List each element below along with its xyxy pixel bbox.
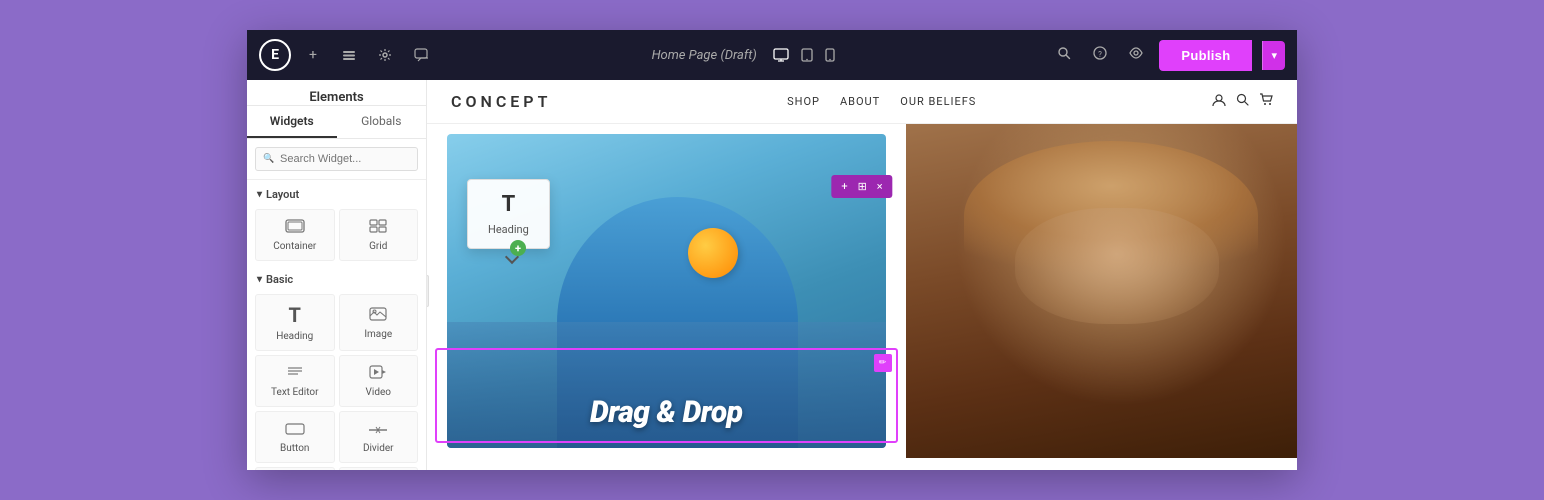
divider-label: Divider	[363, 443, 394, 454]
help-btn[interactable]: ?	[1087, 42, 1113, 68]
search-nav-icon[interactable]	[1236, 93, 1249, 110]
widget-container[interactable]: Container	[255, 209, 335, 261]
container-icon	[285, 218, 305, 237]
layout-widget-grid: Container Grid	[247, 205, 426, 265]
divider-icon	[368, 420, 388, 439]
hero-right-photo	[906, 124, 1298, 458]
left-panel: Elements Widgets Globals Layout	[247, 80, 427, 470]
page-status-text: (Draft)	[720, 48, 756, 63]
edit-handle[interactable]: ✏	[874, 354, 892, 372]
search-box	[247, 139, 426, 180]
search-btn[interactable]	[1051, 42, 1077, 68]
container-label: Container	[273, 241, 316, 252]
publish-caret-button[interactable]: ▾	[1262, 41, 1285, 70]
elementor-logo[interactable]: E	[259, 39, 291, 71]
collapse-handle[interactable]: ‹	[427, 275, 429, 307]
elements-title: Elements	[309, 90, 363, 105]
heading-widget-icon: T	[502, 192, 516, 217]
heading-icon: T	[289, 303, 301, 327]
nav-shop[interactable]: SHOP	[787, 95, 820, 108]
widget-text-editor[interactable]: Text Editor	[255, 355, 335, 407]
desktop-icon[interactable]	[773, 48, 789, 62]
section-close-btn[interactable]: ×	[873, 178, 887, 195]
widget-divider[interactable]: Divider	[339, 411, 419, 463]
search-wrapper	[255, 147, 418, 171]
heading-label: Heading	[276, 331, 313, 342]
image-label: Image	[364, 329, 392, 340]
search-input[interactable]	[255, 147, 418, 171]
widget-image[interactable]: Image	[339, 294, 419, 351]
section-grid-btn[interactable]: ⊞	[854, 178, 871, 195]
preview-btn[interactable]	[1123, 42, 1149, 68]
top-bar-center: CONCEPT Home Page (Draft)	[652, 48, 835, 63]
editor-window: E +	[247, 30, 1297, 470]
image-icon	[369, 306, 387, 325]
layout-section-title: Layout	[247, 180, 426, 205]
site-nav-icons	[1212, 93, 1273, 111]
add-icon[interactable]: +	[299, 41, 327, 69]
basic-widget-grid: T Heading Image	[247, 290, 426, 470]
account-icon[interactable]	[1212, 93, 1226, 111]
heading-drag-widget[interactable]: T Heading +	[467, 179, 550, 249]
section-add-btn[interactable]: +	[837, 178, 851, 195]
chat-icon[interactable]	[407, 41, 435, 69]
top-bar-right: ? Publish ▾	[1051, 40, 1285, 71]
canvas-area: CONCEPT SHOP ABOUT OUR BELIEFS	[427, 80, 1297, 470]
widget-heading[interactable]: T Heading	[255, 294, 335, 351]
nav-beliefs[interactable]: OUR BELIEFS	[900, 95, 976, 108]
section-toolbar: + ⊞ ×	[831, 175, 892, 198]
video-icon	[369, 364, 387, 383]
canvas-content: CONCEPT SHOP ABOUT OUR BELIEFS	[427, 80, 1297, 470]
drag-drop-heading: Drag & Drop	[435, 395, 898, 430]
main-area: Elements Widgets Globals Layout	[247, 80, 1297, 470]
nav-about[interactable]: ABOUT	[840, 95, 880, 108]
settings-icon[interactable]	[371, 41, 399, 69]
publish-button[interactable]: Publish	[1159, 40, 1252, 71]
grid-icon	[369, 218, 387, 237]
tab-widgets[interactable]: Widgets	[247, 106, 337, 138]
face-area	[1015, 208, 1219, 325]
site-header: CONCEPT SHOP ABOUT OUR BELIEFS	[427, 80, 1297, 124]
panel-tabs: Widgets Globals	[247, 106, 426, 139]
widget-button[interactable]: Button	[255, 411, 335, 463]
widget-video[interactable]: Video	[339, 355, 419, 407]
widget-google-maps[interactable]: Google Maps	[339, 467, 419, 470]
drop-plus-indicator: +	[510, 240, 526, 256]
widget-grid[interactable]: Grid	[339, 209, 419, 261]
layers-icon[interactable]	[335, 41, 363, 69]
page-title: CONCEPT Home Page (Draft)	[652, 48, 757, 63]
device-switcher	[773, 48, 835, 62]
basic-section-title: Basic	[247, 265, 426, 290]
button-icon	[285, 420, 305, 439]
button-label: Button	[280, 443, 309, 454]
site-logo: CONCEPT	[451, 92, 551, 111]
text-editor-label: Text Editor	[271, 387, 318, 398]
grid-label: Grid	[369, 241, 387, 252]
site-nav: SHOP ABOUT OUR BELIEFS	[787, 95, 976, 108]
mobile-icon[interactable]	[825, 48, 835, 62]
heading-widget-label: Heading	[488, 223, 529, 236]
video-label: Video	[366, 387, 391, 398]
panel-header: Elements	[247, 80, 426, 106]
tab-globals[interactable]: Globals	[337, 106, 427, 138]
text-editor-icon	[286, 364, 304, 383]
widget-spacer[interactable]: Spacer	[255, 467, 335, 470]
top-bar: E +	[247, 30, 1297, 80]
top-bar-left: E +	[259, 39, 435, 71]
page-title-text: Home Page	[652, 48, 718, 63]
svg-text:?: ?	[1099, 50, 1103, 59]
cart-icon[interactable]	[1259, 93, 1273, 110]
tablet-icon[interactable]	[801, 48, 813, 62]
